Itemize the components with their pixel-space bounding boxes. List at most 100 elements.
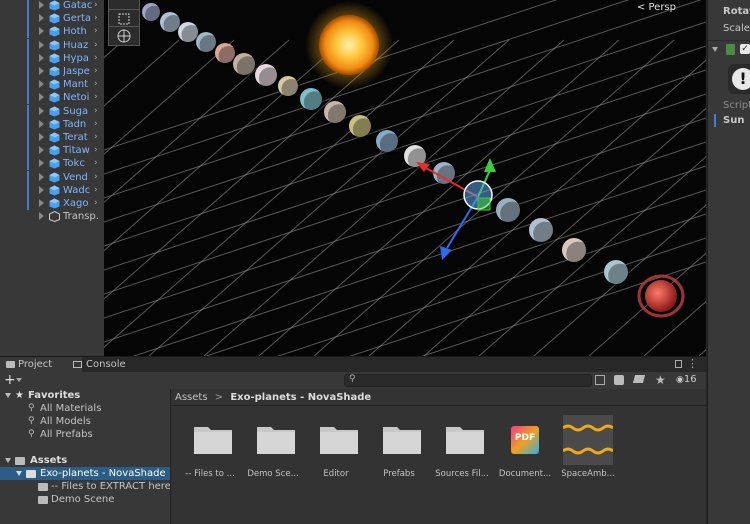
hierarchy-item[interactable]: Terat › <box>0 131 104 144</box>
tag-icon[interactable] <box>632 375 646 383</box>
chevron-right-icon[interactable]: › <box>94 131 98 144</box>
prefab-cube-icon <box>49 145 60 156</box>
chevron-right-icon[interactable]: › <box>94 78 98 91</box>
hierarchy-item[interactable]: Gatac › <box>0 0 104 12</box>
asset-item-folder[interactable]: Sources Fil... <box>431 415 493 505</box>
chevron-right-icon[interactable]: › <box>94 52 98 65</box>
project-toolbar: + ⚲ ★ ◉16 <box>0 372 706 390</box>
expand-arrow-icon[interactable] <box>39 93 44 102</box>
expand-arrow-icon[interactable] <box>39 1 44 9</box>
expand-arrow-icon[interactable] <box>39 119 44 128</box>
breadcrumb-assets[interactable]: Assets <box>175 392 208 403</box>
chevron-right-icon[interactable]: › <box>94 0 98 12</box>
expand-arrow-icon[interactable] <box>39 146 44 155</box>
hierarchy-item[interactable]: Suga › <box>0 104 104 118</box>
search-by-type-icon[interactable] <box>595 375 605 385</box>
favorites-item[interactable]: ⚲ All Models <box>0 415 170 428</box>
add-button[interactable]: + <box>4 372 16 388</box>
chevron-right-icon[interactable]: › <box>94 65 98 78</box>
asset-item-folder[interactable]: -- Files to ... <box>179 415 241 505</box>
add-dropdown-icon[interactable] <box>16 378 22 382</box>
scene-view[interactable]: < Persp <box>104 0 706 356</box>
expand-arrow-icon[interactable] <box>39 212 44 221</box>
hierarchy-item-label: Tokc <box>63 158 85 170</box>
tree-item-demo-scene[interactable]: Demo Scene <box>0 493 170 506</box>
chevron-right-icon[interactable]: › <box>94 25 98 38</box>
tab-console[interactable]: Console <box>68 357 146 373</box>
hierarchy-item[interactable]: Jaspe › <box>0 65 104 78</box>
hierarchy-item[interactable]: Tadn › <box>0 117 104 131</box>
hierarchy-item[interactable]: Huaz › <box>0 38 104 52</box>
planet-ringed-red[interactable] <box>637 274 685 318</box>
component-fold-arrow[interactable] <box>712 47 718 52</box>
hierarchy-item[interactable]: Gerta › <box>0 12 104 26</box>
breadcrumb-current[interactable]: Exo-planets - NovaShade <box>230 392 371 403</box>
sun-object-label[interactable]: Sun <box>723 115 744 126</box>
chevron-right-icon[interactable]: › <box>94 91 98 104</box>
expand-arrow-icon[interactable] <box>39 14 44 23</box>
chevron-right-icon[interactable]: › <box>94 171 98 184</box>
chevron-right-icon[interactable]: › <box>94 118 98 131</box>
asset-item-folder[interactable]: Editor <box>305 415 367 505</box>
more-menu-icon[interactable]: ⋮ <box>687 358 698 370</box>
expand-arrow-icon[interactable] <box>16 471 22 476</box>
expand-arrow-icon[interactable] <box>5 458 11 463</box>
transform-tool-button[interactable] <box>108 26 140 46</box>
hierarchy-item[interactable]: Hypa › <box>0 51 104 65</box>
lock-icon[interactable] <box>675 360 682 368</box>
favorites-item[interactable]: ⚲ All Materials <box>0 402 170 415</box>
expand-arrow-icon[interactable] <box>39 133 44 141</box>
expand-arrow-icon[interactable] <box>39 40 44 49</box>
chevron-right-icon[interactable]: › <box>94 197 98 210</box>
search-by-label-icon[interactable] <box>614 375 624 385</box>
favorites-item[interactable]: ⚲ All Prefabs <box>0 428 170 441</box>
hierarchy-item[interactable]: Hoth › <box>0 25 104 39</box>
hierarchy-item[interactable]: Mant › <box>0 78 104 92</box>
expand-arrow-icon[interactable] <box>39 172 44 181</box>
scene-canvas[interactable] <box>104 0 706 356</box>
scale-label: Scale <box>723 23 750 34</box>
hierarchy-item[interactable]: Wadc › <box>0 183 104 197</box>
chevron-right-icon[interactable]: › <box>94 157 98 170</box>
hierarchy-item-label: Terat <box>63 132 88 143</box>
hierarchy-item[interactable]: Vend › <box>0 170 104 184</box>
expand-arrow-icon[interactable] <box>39 199 44 207</box>
expand-arrow-icon[interactable] <box>39 185 44 194</box>
chevron-right-icon[interactable]: › <box>94 105 98 118</box>
projection-toggle[interactable]: < Persp <box>637 2 676 13</box>
hierarchy-item[interactable]: Xago › <box>0 197 104 210</box>
hierarchy-item-label: Jaspe <box>63 66 90 77</box>
component-enabled-checkbox[interactable]: ✓ <box>740 44 750 54</box>
chevron-right-icon[interactable]: › <box>94 184 98 197</box>
grid-line <box>104 117 706 319</box>
expand-arrow-icon[interactable] <box>5 393 11 398</box>
asset-item-audio[interactable]: SpaceAmb... <box>557 415 619 505</box>
favorites-header[interactable]: ★ Favorites <box>0 389 170 402</box>
chevron-right-icon[interactable]: › <box>94 12 98 25</box>
hierarchy-item[interactable]: Netoi › <box>0 91 104 105</box>
asset-item-pdf[interactable]: PDF Document... <box>494 415 556 505</box>
asset-item-folder[interactable]: Prefabs <box>368 415 430 505</box>
expand-arrow-icon[interactable] <box>39 67 44 75</box>
tree-item-exo-planets[interactable]: Exo-planets - NovaShade <box>0 467 170 480</box>
hierarchy-item-transp[interactable]: Transp. <box>0 210 104 223</box>
hierarchy-item[interactable]: Tokc › <box>0 157 104 171</box>
favorite-star-icon[interactable]: ★ <box>655 372 666 388</box>
chevron-right-icon[interactable]: › <box>94 39 98 52</box>
sun[interactable] <box>305 1 393 89</box>
tree-item-files-to-extract[interactable]: -- Files to EXTRACT here <box>0 480 170 493</box>
chevron-right-icon[interactable]: › <box>94 144 98 157</box>
assets-header[interactable]: Assets <box>0 454 170 467</box>
expand-arrow-icon[interactable] <box>39 53 44 62</box>
hierarchy-item[interactable]: Titaw › <box>0 144 104 158</box>
hierarchy-item-label: Huaz <box>63 39 89 51</box>
asset-item-folder[interactable]: Demo Sce... <box>242 415 304 505</box>
expand-arrow-icon[interactable] <box>39 80 44 89</box>
selection-bar <box>27 38 29 52</box>
expand-arrow-icon[interactable] <box>39 27 44 36</box>
expand-arrow-icon[interactable] <box>39 159 44 168</box>
gizmo-y-arrow <box>484 158 496 172</box>
hidden-packages-toggle[interactable]: ◉16 <box>676 372 697 388</box>
search-input[interactable]: ⚲ <box>344 374 592 387</box>
expand-arrow-icon[interactable] <box>39 106 44 115</box>
